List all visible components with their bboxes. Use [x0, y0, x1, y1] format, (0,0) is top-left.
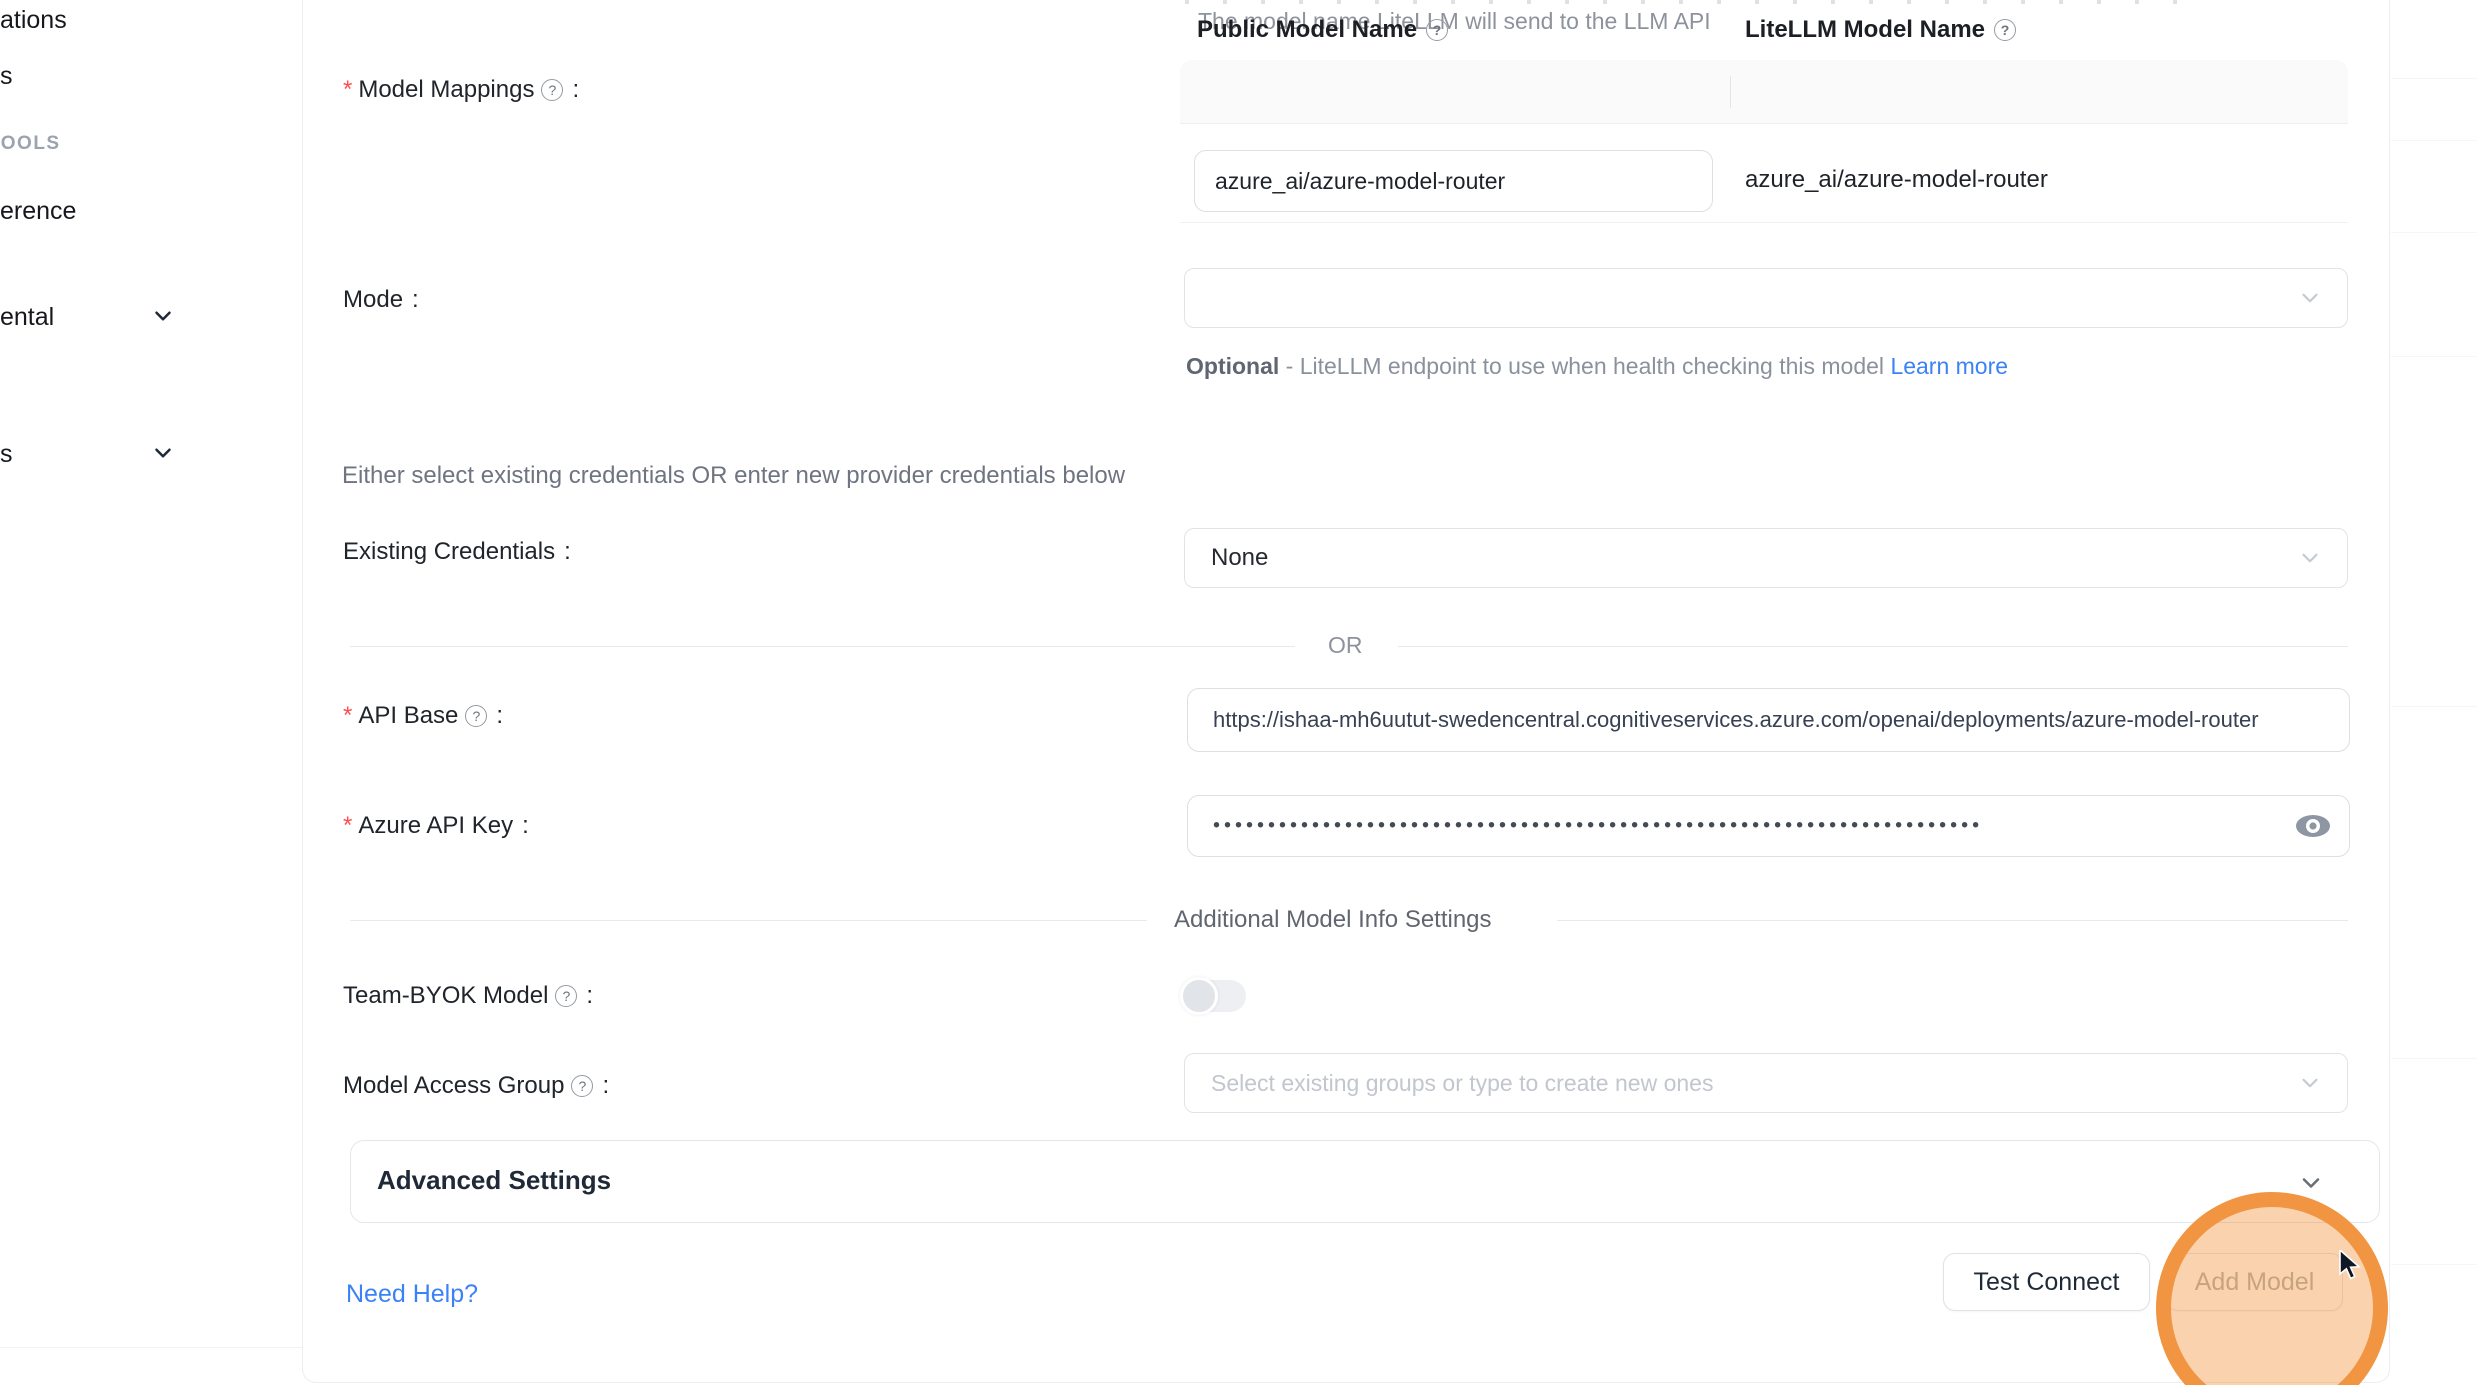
sidebar-item-label: erence	[0, 197, 76, 226]
background-row-line	[2391, 356, 2477, 357]
sidebar-divider	[0, 1347, 302, 1348]
sidebar-item-label: ental	[0, 303, 54, 332]
additional-settings-divider-text: Additional Model Info Settings	[1174, 906, 1492, 934]
required-asterisk: *	[343, 812, 352, 840]
divider-line	[1398, 646, 2348, 647]
sidebar: ations s TOOLS erence ental s	[0, 0, 302, 1385]
required-asterisk: *	[343, 702, 352, 730]
test-connect-button[interactable]: Test Connect	[1943, 1253, 2150, 1311]
advanced-settings-title: Advanced Settings	[377, 1165, 611, 1196]
help-icon[interactable]: ?	[541, 79, 563, 101]
chevron-down-icon	[2297, 1169, 2325, 1197]
mode-select[interactable]	[1184, 268, 2348, 328]
api-base-value: https://ishaa-mh6uutut-swedencentral.cog…	[1213, 707, 2323, 733]
sidebar-item-ental[interactable]: ental	[0, 303, 54, 332]
column-header-public-model-name: Public Model Name ?	[1197, 16, 1448, 44]
model-mappings-table-header	[1180, 60, 2348, 124]
api-base-input[interactable]: https://ishaa-mh6uutut-swedencentral.cog…	[1187, 688, 2350, 752]
add-model-button[interactable]: Add Model	[2166, 1253, 2343, 1311]
sidebar-item-ations[interactable]: ations	[0, 6, 67, 35]
divider-line	[350, 646, 1295, 647]
existing-credentials-label: Existing Credentials :	[343, 538, 571, 566]
background-row-line	[2391, 1058, 2477, 1059]
public-model-name-value: azure_ai/azure-model-router	[1215, 168, 1505, 195]
sidebar-item-s-1[interactable]: s	[0, 62, 13, 91]
divider-line	[350, 920, 1147, 921]
existing-credentials-select[interactable]: None	[1184, 528, 2348, 588]
chevron-down-icon	[2297, 545, 2323, 571]
required-asterisk: *	[343, 76, 352, 104]
column-header-litellm-model-name: LiteLLM Model Name ?	[1745, 16, 2016, 44]
sidebar-item-s-2[interactable]: s	[0, 440, 13, 469]
sidebar-item-label: ations	[0, 6, 67, 35]
chevron-down-icon	[2297, 1070, 2323, 1096]
or-divider-text: OR	[1328, 632, 1363, 659]
sidebar-item-erence[interactable]: erence	[0, 197, 76, 226]
chevron-down-icon	[150, 440, 176, 466]
chevron-down-icon	[2297, 285, 2323, 311]
background-row-line	[2391, 1264, 2477, 1265]
model-mappings-label: * Model Mappings ? :	[343, 76, 579, 104]
mode-label: Mode :	[343, 286, 419, 314]
credentials-note: Either select existing credentials OR en…	[342, 462, 1125, 490]
column-divider	[1730, 76, 1731, 108]
masked-api-key: ••••••••••••••••••••••••••••••••••••••••…	[1213, 815, 2293, 838]
toggle-password-visibility-icon[interactable]	[2293, 810, 2333, 842]
clipped-row-above	[1185, 0, 2195, 4]
sidebar-section-label: TOOLS	[0, 133, 61, 154]
help-icon[interactable]: ?	[555, 985, 577, 1007]
azure-api-key-input[interactable]: ••••••••••••••••••••••••••••••••••••••••…	[1187, 795, 2350, 857]
background-row-line	[2391, 232, 2477, 233]
background-row-line	[2391, 140, 2477, 141]
help-icon[interactable]: ?	[1426, 19, 1448, 41]
sidebar-section-tools: TOOLS	[0, 133, 61, 155]
model-access-group-label: Model Access Group ? :	[343, 1072, 609, 1100]
help-icon[interactable]: ?	[571, 1075, 593, 1097]
advanced-settings-panel[interactable]: Advanced Settings	[350, 1140, 2380, 1223]
background-row-line	[2391, 78, 2477, 79]
sidebar-item-label: s	[0, 440, 13, 469]
model-access-group-placeholder: Select existing groups or type to create…	[1211, 1070, 1713, 1097]
litellm-model-name-value: azure_ai/azure-model-router	[1745, 166, 2048, 194]
learn-more-link[interactable]: Learn more	[1890, 353, 2008, 379]
api-base-label: * API Base ? :	[343, 702, 503, 730]
help-icon[interactable]: ?	[1994, 19, 2016, 41]
table-row-divider	[1180, 222, 2348, 223]
public-model-name-input[interactable]: azure_ai/azure-model-router	[1194, 150, 1713, 212]
existing-credentials-value: None	[1211, 544, 1268, 572]
background-row-line	[2391, 706, 2477, 707]
sidebar-item-label: s	[0, 62, 13, 91]
help-icon[interactable]: ?	[465, 705, 487, 727]
model-access-group-select[interactable]: Select existing groups or type to create…	[1184, 1053, 2348, 1113]
team-byok-label: Team-BYOK Model ? :	[343, 982, 593, 1010]
need-help-link[interactable]: Need Help?	[346, 1280, 478, 1309]
azure-api-key-label: * Azure API Key :	[343, 812, 529, 840]
divider-line	[1557, 920, 2348, 921]
team-byok-toggle[interactable]	[1182, 980, 1246, 1012]
chevron-down-icon	[150, 303, 176, 329]
toggle-knob	[1180, 977, 1218, 1015]
add-model-page: ations s TOOLS erence ental s T	[0, 0, 2477, 1385]
mode-help-text: Optional - LiteLLM endpoint to use when …	[1186, 346, 2016, 387]
